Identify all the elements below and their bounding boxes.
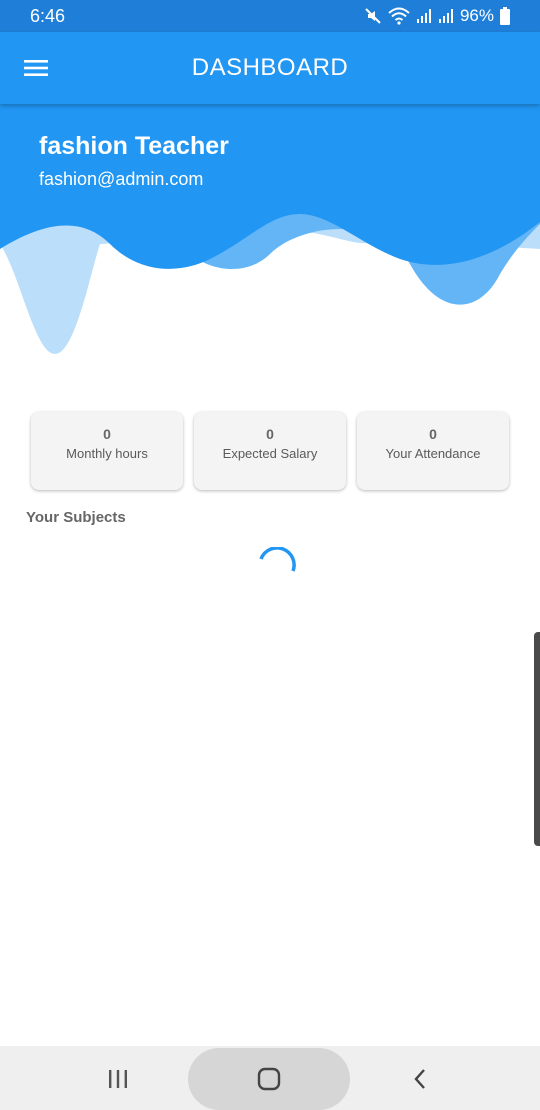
status-time: 6:46 [30, 6, 66, 26]
stat-label: Expected Salary [222, 446, 318, 461]
stat-value: 0 [266, 426, 274, 442]
recent-apps-button[interactable] [93, 1054, 143, 1104]
battery-level: 96% [459, 6, 494, 25]
stat-card-expected-salary[interactable]: 0 Expected Salary [194, 412, 346, 490]
system-nav-bar [0, 1046, 540, 1110]
back-button[interactable] [395, 1054, 445, 1104]
user-name: fashion Teacher [39, 132, 229, 160]
home-button[interactable] [244, 1054, 294, 1104]
stats-row: 0 Monthly hours 0 Expected Salary 0 Your… [31, 412, 509, 490]
stat-card-your-attendance[interactable]: 0 Your Attendance [357, 412, 509, 490]
battery-icon [500, 7, 510, 25]
wifi-icon [388, 7, 410, 25]
home-icon [257, 1067, 281, 1091]
loading-spinner-icon [259, 547, 296, 572]
stat-card-monthly-hours[interactable]: 0 Monthly hours [31, 412, 183, 490]
back-icon [414, 1069, 425, 1089]
stat-value: 0 [103, 426, 111, 442]
recent-apps-icon [109, 1070, 127, 1088]
stat-label: Monthly hours [66, 446, 148, 461]
stat-value: 0 [429, 426, 437, 442]
status-bar: 6:46 96% [0, 0, 540, 32]
signal-icon [438, 8, 454, 24]
stat-label: Your Attendance [385, 446, 481, 461]
subjects-section-title: Your Subjects [26, 509, 126, 526]
status-icons: 96% [364, 6, 510, 26]
mute-icon [364, 7, 382, 25]
user-email: fashion@admin.com [39, 169, 204, 189]
signal-icon [416, 8, 432, 24]
app-bar: DASHBOARD [0, 32, 540, 104]
app-title: DASHBOARD [191, 54, 349, 81]
edge-panel-handle[interactable] [534, 632, 540, 846]
